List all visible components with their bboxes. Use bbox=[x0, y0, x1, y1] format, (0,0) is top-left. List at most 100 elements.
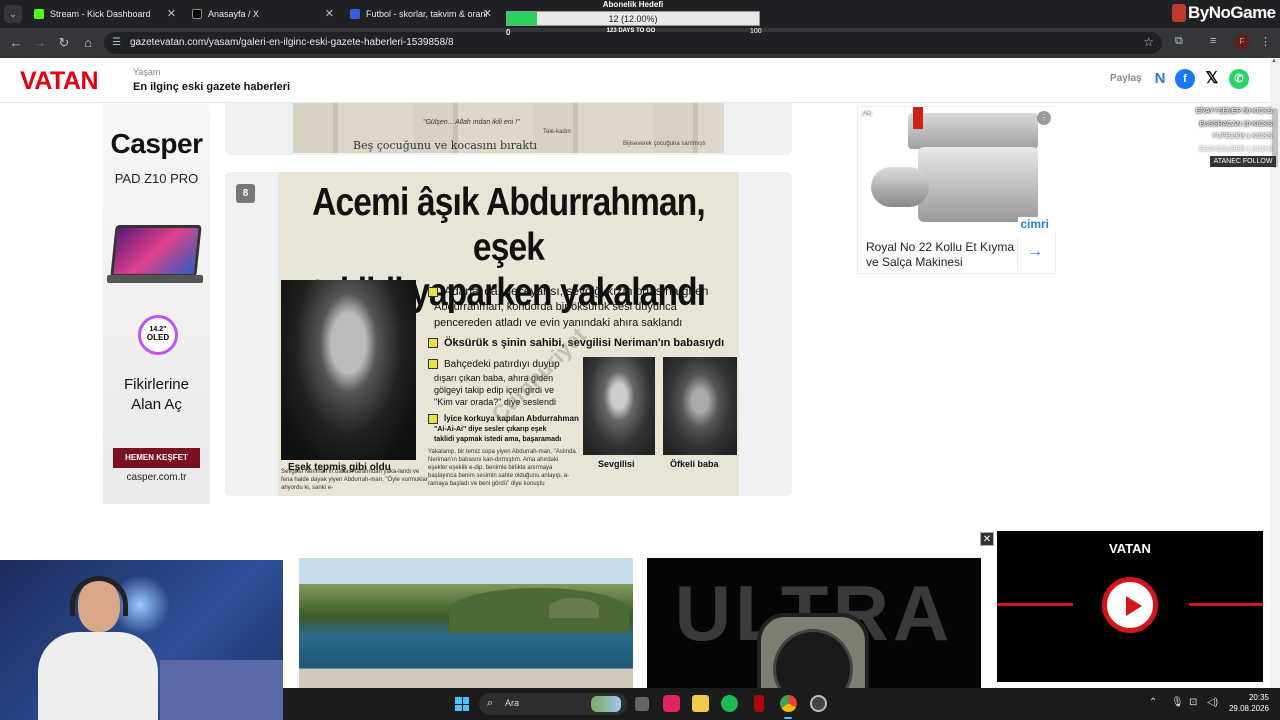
island-shape bbox=[449, 588, 629, 633]
clip-bullet-1: Adana' da, geceyarısı, sevdiği kızın oda… bbox=[428, 284, 708, 298]
tablet-image bbox=[110, 225, 202, 277]
newspaper-clipping-prev: "Gülşen... Allah ından ikili eni !" Beş … bbox=[293, 103, 724, 153]
grinder-tray bbox=[908, 113, 1038, 149]
bullet-square-icon bbox=[428, 413, 438, 424]
watch-face bbox=[773, 629, 853, 688]
ad-cta-button[interactable]: HEMEN KEŞFET bbox=[113, 448, 200, 468]
chrome-icon[interactable] bbox=[780, 695, 797, 712]
search-icon: ⌕ bbox=[487, 697, 494, 709]
x-icon[interactable]: 𝕏 bbox=[1202, 69, 1222, 89]
news-icon[interactable]: N bbox=[1150, 69, 1170, 89]
clip-quote: "Gülşen... Allah ından ikili eni !" bbox=[423, 119, 520, 126]
forward-icon[interactable]: → bbox=[32, 35, 48, 50]
ad-tagline-line1: Fikirlerine bbox=[123, 376, 189, 393]
tab-x-home[interactable]: Anasayfa / X ✕ bbox=[184, 2, 340, 26]
casper-ad[interactable]: Casper PAD Z10 PRO 14.2" OLED Fikirlerin… bbox=[103, 103, 210, 504]
ad-options-icon[interactable]: ⋮ bbox=[1037, 111, 1051, 125]
menu-icon[interactable]: ⋮ bbox=[1260, 35, 1271, 48]
tab-title: Futbol - skorlar, takvim & oranl bbox=[366, 9, 488, 19]
site-header: VATAN Yaşam En ilginç eski gazete haberl… bbox=[0, 58, 1270, 103]
site-info-icon[interactable]: ☰ bbox=[112, 37, 121, 48]
url-text[interactable]: gazetevatan.com/yasam/galeri-en-ilginc-e… bbox=[130, 37, 454, 48]
meat-grinder-ad[interactable]: AD ⋮ cimri Royal No 22 Kollu Et Kıyma ve… bbox=[857, 106, 1056, 274]
whatsapp-icon[interactable]: ✆ bbox=[1229, 69, 1249, 89]
netflix-icon[interactable] bbox=[754, 695, 764, 712]
media-player-icon[interactable] bbox=[663, 695, 680, 712]
play-button[interactable] bbox=[1102, 577, 1158, 633]
ad-model: PAD Z10 PRO bbox=[114, 171, 199, 186]
clock-time: 20:35 bbox=[1248, 693, 1269, 702]
x-icon bbox=[192, 9, 202, 19]
task-view-icon[interactable] bbox=[635, 697, 649, 711]
windows-start-icon[interactable] bbox=[455, 697, 469, 711]
cimri-logo: cimri bbox=[1018, 217, 1051, 231]
section-name[interactable]: Yaşam bbox=[133, 67, 160, 77]
tab-kick-dashboard[interactable]: Stream - Kick Dashboard ✕ bbox=[26, 2, 182, 26]
file-explorer-icon[interactable] bbox=[692, 695, 709, 712]
volume-icon[interactable]: ◁) bbox=[1207, 697, 1218, 708]
ad-tagline: Fikirlerine Alan Aç bbox=[103, 375, 210, 416]
reload-icon[interactable]: ↻ bbox=[56, 35, 72, 51]
search-highlight-image bbox=[591, 696, 621, 712]
grinder-handle bbox=[913, 107, 923, 129]
bynogame-icon bbox=[1172, 4, 1186, 22]
tab-search-button[interactable]: ⌄ bbox=[4, 5, 22, 23]
bullet-square-icon bbox=[428, 359, 438, 370]
scroll-up-icon[interactable]: ▲ bbox=[1271, 58, 1277, 64]
oled-label: OLED bbox=[146, 332, 170, 342]
kick-icon bbox=[34, 9, 44, 19]
video-decor-line bbox=[997, 603, 1073, 606]
newspaper-clipping[interactable]: Acemi âşık Abdurrahman, eşek taklidi yap… bbox=[278, 172, 739, 496]
facebook-icon[interactable]: f bbox=[1175, 69, 1195, 89]
photo-abdurrahman bbox=[281, 280, 416, 460]
streamer-webcam bbox=[0, 560, 283, 720]
gallery-item-prev: "Gülşen... Allah ından ikili eni !" Beş … bbox=[225, 103, 792, 155]
microphone-icon[interactable]: 🎙 bbox=[1171, 697, 1184, 708]
oled-badge: 14.2" OLED bbox=[138, 315, 178, 355]
clip-bullet-4-line3: taklidi yapmak istedi ama, başaramadı bbox=[434, 436, 562, 443]
extensions-icon[interactable]: ⧉ bbox=[1175, 35, 1183, 48]
smartwatch-image bbox=[757, 613, 869, 688]
clip-bullet-1-line3: pencereden atladı ve evin yanındaki ahır… bbox=[434, 317, 683, 329]
rock-shape bbox=[549, 598, 599, 618]
floating-video-player[interactable]: VATAN bbox=[997, 531, 1263, 682]
spotify-icon[interactable] bbox=[721, 695, 738, 712]
clip-caption: Bijiseverek çocuğuna sarılmıştı bbox=[623, 141, 706, 147]
caption-dad: Öfkeli baba bbox=[670, 459, 719, 469]
related-tile-watch[interactable]: ULTRA bbox=[647, 558, 981, 688]
kick-event: BUSSRACAN 10 KICKS bbox=[1199, 120, 1272, 128]
taskbar-clock[interactable]: 20:35 29.08.2026 bbox=[1223, 692, 1269, 714]
clip-body-right: Yakalanıp, bir temiz sopa yiyen Abdurrah… bbox=[428, 449, 576, 487]
close-icon[interactable]: ✕ bbox=[167, 7, 176, 20]
tab-title: Anasayfa / X bbox=[208, 9, 260, 19]
close-icon[interactable]: ✕ bbox=[483, 7, 492, 20]
settings-icon[interactable] bbox=[810, 695, 827, 712]
vatan-logo[interactable]: VATAN bbox=[20, 67, 99, 96]
close-icon[interactable]: ✕ bbox=[325, 7, 334, 20]
goal-days-left: 123 DAYS TO GO bbox=[606, 28, 656, 34]
bookmark-star-icon[interactable]: ☆ bbox=[1143, 35, 1154, 49]
tray-chevron-icon[interactable]: ⌃ bbox=[1149, 697, 1157, 708]
video-close-button[interactable]: ✕ bbox=[980, 532, 994, 546]
video-logo: VATAN bbox=[1109, 541, 1151, 556]
clip-headline: Beş çocuğunu ve kocasını bıraktı bbox=[353, 139, 538, 152]
media-icon[interactable]: ≡ bbox=[1210, 35, 1216, 47]
home-icon[interactable]: ⌂ bbox=[80, 35, 96, 50]
tab-flashscore[interactable]: Futbol - skorlar, takvim & oranl ✕ bbox=[342, 2, 498, 26]
ad-tagline-line2: Alan Aç bbox=[131, 396, 182, 414]
url-bar[interactable]: ☰ gazetevatan.com/yasam/galeri-en-ilginc… bbox=[104, 32, 1162, 54]
arrow-right-icon[interactable]: → bbox=[1027, 243, 1043, 261]
back-icon[interactable]: ← bbox=[8, 35, 24, 50]
share-label: Paylaş bbox=[1110, 73, 1142, 84]
photo-father bbox=[663, 357, 737, 455]
bynogame-logo: ByNoGame bbox=[1172, 0, 1280, 26]
related-tile-coast[interactable] bbox=[299, 558, 633, 688]
kick-follow-event: ATANEC FOLLOW bbox=[1210, 156, 1276, 167]
goal-progress-text: 12 (12.00%) bbox=[608, 14, 658, 24]
gallery-item-number: 8 bbox=[236, 184, 255, 203]
taskbar-search[interactable]: ⌕ Ara bbox=[479, 693, 627, 715]
ad-product-title[interactable]: Royal No 22 Kollu Et Kıyma ve Salça Maki… bbox=[866, 240, 1016, 270]
profile-avatar[interactable]: F bbox=[1234, 34, 1250, 50]
kick-event: YUPE1903 1 KICKS bbox=[1211, 133, 1272, 140]
network-icon[interactable]: ⊡ bbox=[1189, 697, 1197, 708]
